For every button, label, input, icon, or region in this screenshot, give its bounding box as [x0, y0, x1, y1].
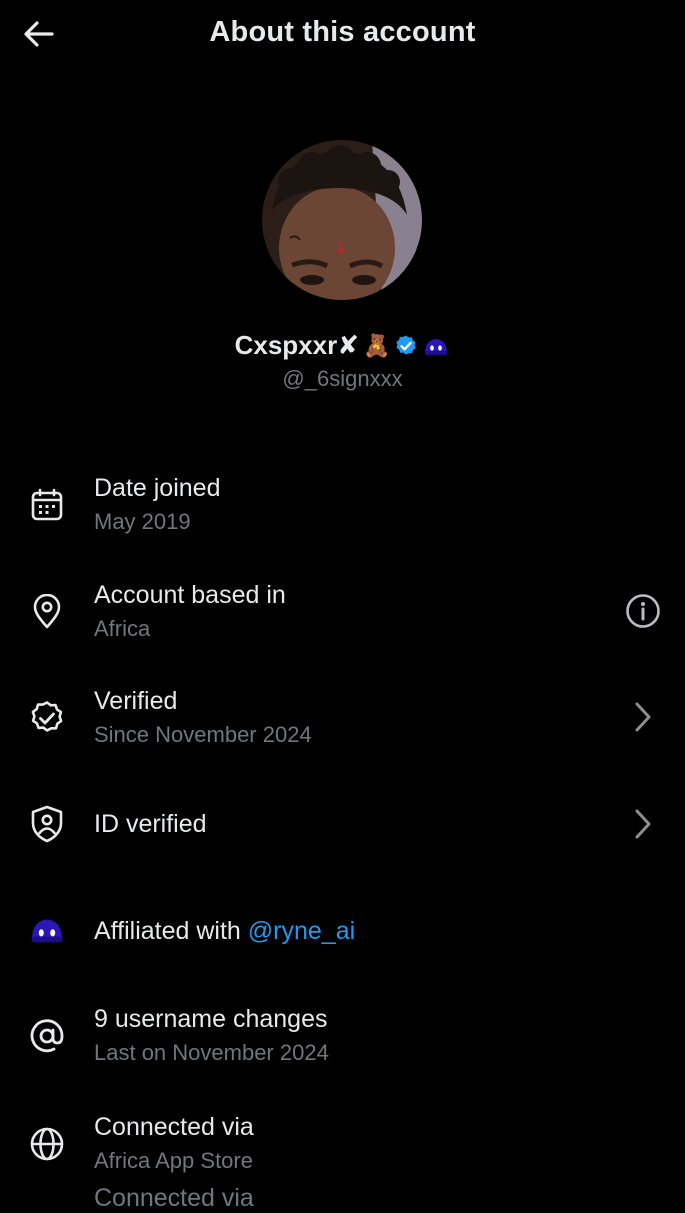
verified-chevron [623, 697, 663, 737]
row-title: Date joined [94, 474, 221, 502]
affiliate-mention-link[interactable]: @ryne_ai [248, 917, 355, 945]
row-id-verified[interactable]: ID verified [0, 790, 685, 860]
ryne-ai-affiliate-icon[interactable] [422, 334, 450, 358]
chevron-right-icon [635, 702, 651, 732]
row-subtitle: Africa [94, 616, 151, 641]
location-pin-icon [28, 593, 66, 631]
page-title: About this account [209, 16, 476, 48]
calendar-icon [28, 486, 66, 524]
shield-user-icon [28, 805, 66, 843]
row-affiliated: Affiliated with @ryne_ai [0, 897, 685, 967]
affiliated-label: Affiliated with [94, 917, 241, 945]
row-title: 9 username changes [94, 1005, 328, 1033]
cutoff-row-title: Connected via [94, 1184, 254, 1212]
profile-name-row: Cxspxxr✘ 🧸 [0, 330, 685, 361]
id-verified-chevron [623, 804, 663, 844]
row-date-joined: Date joined May 2019 [0, 470, 685, 550]
ryne-ai-affiliate-icon [28, 911, 66, 949]
globe-icon [28, 1125, 66, 1163]
top-bar: About this account [0, 0, 685, 70]
info-icon [626, 594, 660, 628]
chevron-right-icon [635, 809, 651, 839]
row-subtitle: Last on November 2024 [94, 1040, 329, 1065]
row-subtitle: Since November 2024 [94, 722, 312, 747]
row-subtitle: May 2019 [94, 509, 191, 534]
teddy-bear-emoji: 🧸 [363, 332, 391, 358]
row-title: Verified [94, 687, 178, 715]
display-name: Cxspxxr✘ [234, 330, 359, 360]
row-title: Account based in [94, 581, 286, 609]
profile-handle: @_6signxxx [282, 366, 403, 391]
at-sign-icon [28, 1017, 66, 1055]
row-verified[interactable]: Verified Since November 2024 [0, 683, 685, 763]
affiliated-text: Affiliated with @ryne_ai [94, 915, 355, 947]
row-title: ID verified [94, 810, 207, 838]
row-connected-via: Connected via Africa App Store [0, 1109, 685, 1184]
row-username-changes: 9 username changes Last on November 2024 [0, 1003, 685, 1083]
verified-checkmark-icon[interactable] [394, 334, 418, 358]
row-title: Connected via [94, 1113, 254, 1141]
info-button[interactable] [623, 591, 663, 631]
row-account-based-in: Account based in Africa [0, 577, 685, 657]
verified-outline-icon [28, 699, 66, 737]
avatar-photo [262, 140, 422, 300]
avatar[interactable] [262, 140, 422, 300]
row-subtitle: Africa App Store [94, 1148, 253, 1173]
